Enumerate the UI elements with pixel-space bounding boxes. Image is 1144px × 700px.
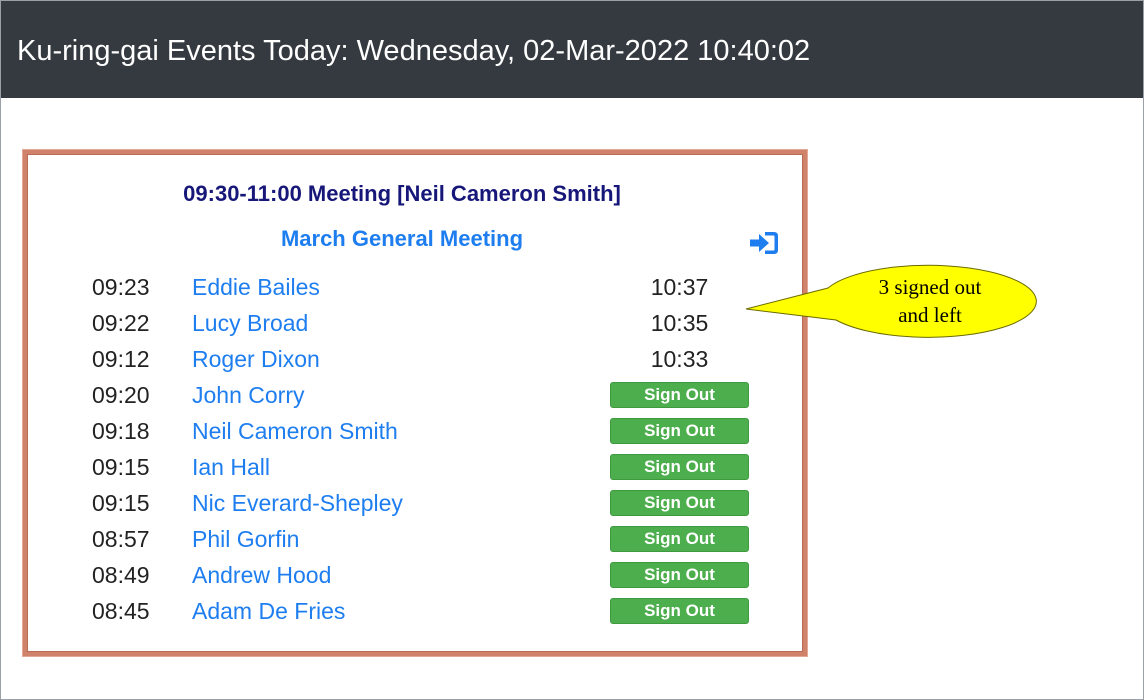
sign-out-button[interactable]: Sign Out xyxy=(610,526,749,552)
sign-in-time: 09:18 xyxy=(92,418,150,444)
page-title: Ku-ring-gai Events Today: Wednesday, 02-… xyxy=(17,35,811,67)
attendee-name-link[interactable]: Ian Hall xyxy=(192,449,270,485)
attendee-row: 09:22 Lucy Broad 10:35 xyxy=(27,305,803,341)
sign-out-button[interactable]: Sign Out xyxy=(610,418,749,444)
top-bar: Ku-ring-gai Events Today: Wednesday, 02-… xyxy=(1,1,1143,98)
sign-in-time: 08:57 xyxy=(92,526,150,552)
callout-text: 3 signed out and left xyxy=(822,273,1038,329)
attendee-row: 09:23 Eddie Bailes 10:37 xyxy=(27,269,803,305)
sign-in-icon[interactable] xyxy=(748,230,780,256)
event-heading: 09:30-11:00 Meeting [Neil Cameron Smith] xyxy=(183,181,621,206)
attendee-name-link[interactable]: Lucy Broad xyxy=(192,305,308,341)
attendee-name-link[interactable]: Andrew Hood xyxy=(192,557,331,593)
attendee-row: 08:45 Adam De Fries Sign Out xyxy=(27,593,803,629)
attendee-name-link[interactable]: Adam De Fries xyxy=(192,593,345,629)
attendee-name-link[interactable]: John Corry xyxy=(192,377,304,413)
attendee-name-link[interactable]: Roger Dixon xyxy=(192,341,320,377)
attendee-name-link[interactable]: Neil Cameron Smith xyxy=(192,413,398,449)
sign-out-button[interactable]: Sign Out xyxy=(610,490,749,516)
attendee-row: 08:57 Phil Gorfin Sign Out xyxy=(27,521,803,557)
sign-in-time: 09:22 xyxy=(92,310,150,336)
sign-in-time: 09:15 xyxy=(92,490,150,516)
attendee-row: 09:20 John Corry Sign Out xyxy=(27,377,803,413)
sign-in-time: 08:49 xyxy=(92,562,150,588)
sign-in-time: 09:23 xyxy=(92,274,150,300)
sign-out-time: 10:33 xyxy=(650,346,709,372)
sign-in-time: 09:12 xyxy=(92,346,150,372)
attendee-name-link[interactable]: Eddie Bailes xyxy=(192,269,320,305)
attendee-row: 09:12 Roger Dixon 10:33 xyxy=(27,341,803,377)
event-title-link[interactable]: March General Meeting xyxy=(27,226,777,252)
attendee-row: 09:15 Ian Hall Sign Out xyxy=(27,449,803,485)
sign-in-time: 09:15 xyxy=(92,454,150,480)
attendee-name-link[interactable]: Phil Gorfin xyxy=(192,521,299,557)
attendee-row: 09:15 Nic Everard-Shepley Sign Out xyxy=(27,485,803,521)
sign-out-button[interactable]: Sign Out xyxy=(610,562,749,588)
sign-out-button[interactable]: Sign Out xyxy=(610,382,749,408)
attendee-row: 09:18 Neil Cameron Smith Sign Out xyxy=(27,413,803,449)
sign-out-time: 10:37 xyxy=(650,274,709,300)
attendee-name-link[interactable]: Nic Everard-Shepley xyxy=(192,485,403,521)
sign-in-time: 09:20 xyxy=(92,382,150,408)
sign-out-button[interactable]: Sign Out xyxy=(610,598,749,624)
sign-in-time: 08:45 xyxy=(92,598,150,624)
event-card: 09:30-11:00 Meeting [Neil Cameron Smith]… xyxy=(23,150,807,656)
sign-out-time: 10:35 xyxy=(650,310,709,336)
sign-out-button[interactable]: Sign Out xyxy=(610,454,749,480)
callout-line-2: and left xyxy=(898,303,962,327)
callout-line-1: 3 signed out xyxy=(878,275,982,299)
attendee-row: 08:49 Andrew Hood Sign Out xyxy=(27,557,803,593)
